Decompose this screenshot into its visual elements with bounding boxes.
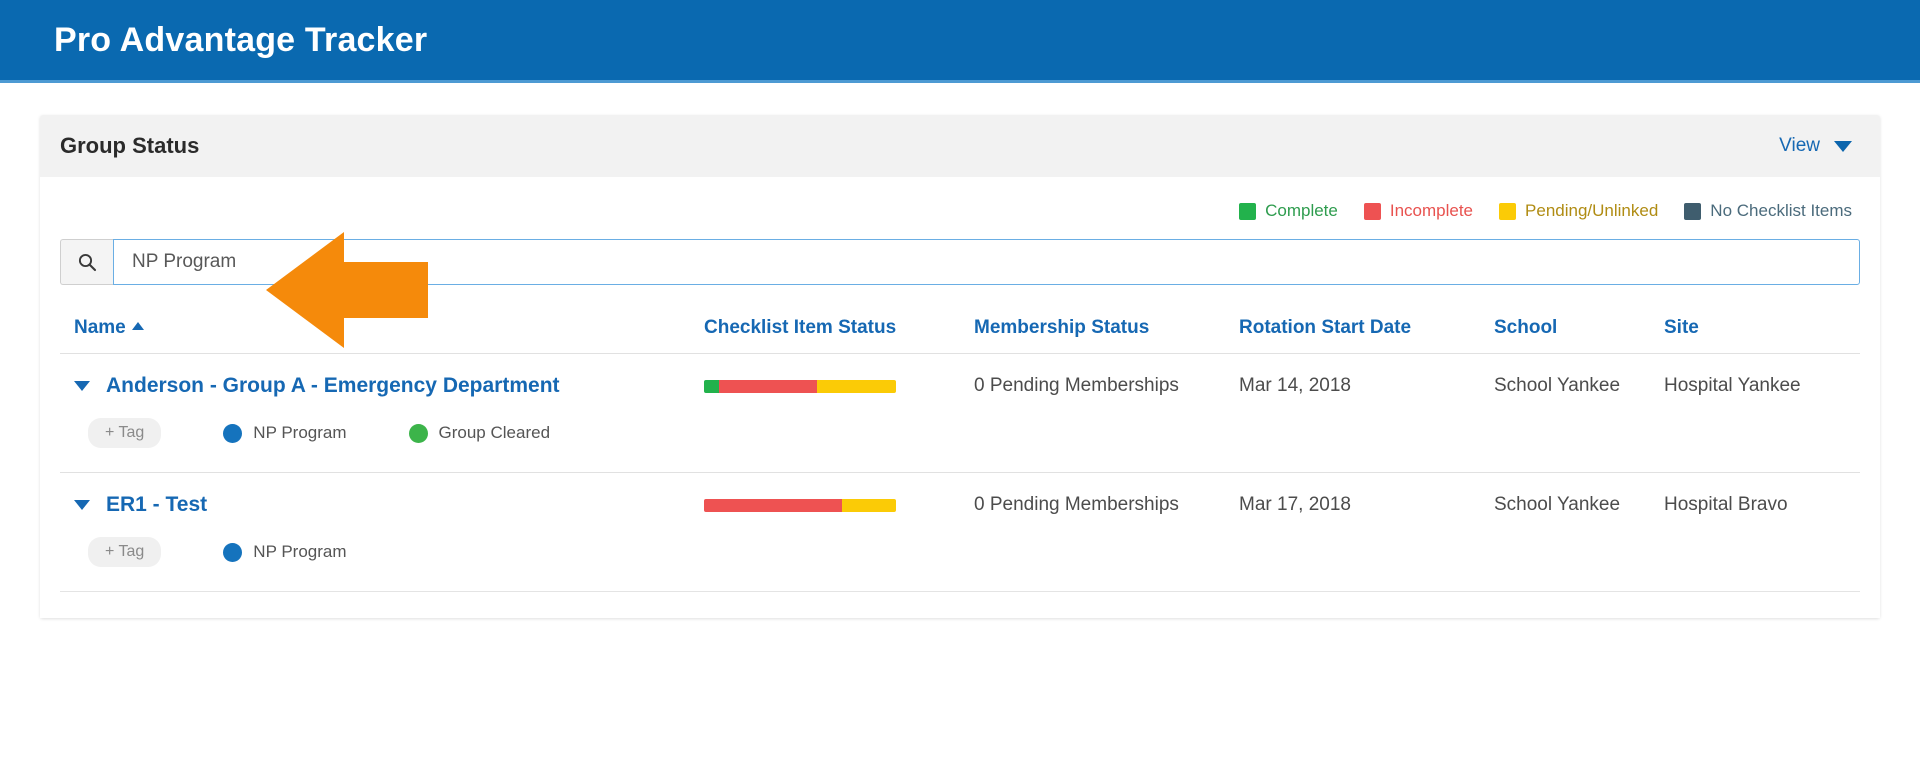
legend-label: Complete	[1265, 201, 1338, 220]
status-legend: Complete Incomplete Pending/Unlinked No …	[40, 177, 1880, 220]
cell-checklist-item-status	[704, 354, 974, 403]
cell-membership-status: 0 Pending Memberships	[974, 375, 1179, 396]
legend-swatch-pending	[1499, 202, 1517, 220]
checklist-status-bar	[704, 379, 896, 393]
chevron-down-icon	[1834, 140, 1852, 152]
column-header-school[interactable]: School	[1494, 307, 1664, 354]
cell-name: Anderson - Group A - Emergency Departmen…	[60, 354, 704, 403]
cell-site: Hospital Bravo	[1664, 494, 1788, 515]
cell-school: School Yankee	[1494, 375, 1621, 396]
legend-swatch-incomplete	[1363, 202, 1381, 220]
cell-site: Hospital Yankee	[1664, 375, 1801, 396]
legend-label: Incomplete	[1389, 201, 1474, 220]
legend-item: Pending/Unlinked	[1499, 201, 1658, 221]
chevron-down-icon[interactable]	[74, 500, 90, 510]
tag-dot-icon	[223, 423, 243, 443]
search-icon[interactable]	[60, 239, 113, 285]
legend-swatch-no-items	[1684, 202, 1702, 220]
cell-rotation-start-date: Mar 14, 2018	[1239, 375, 1351, 396]
legend-label: Pending/Unlinked	[1525, 201, 1659, 220]
cell-tags: + Tag NP Program	[60, 521, 1860, 592]
table-row-tags: + Tag NP Program Group Cleared	[60, 402, 1860, 473]
search-bar	[60, 239, 1860, 285]
app-header-bar: Pro Advantage Tracker	[0, 0, 1920, 80]
cell-tags: + Tag NP Program Group Cleared	[60, 402, 1860, 473]
table-header-row: Name Checklist Item Status Membership St…	[60, 307, 1860, 354]
cell-school: School Yankee	[1494, 494, 1621, 515]
app-title: Pro Advantage Tracker	[54, 21, 428, 59]
tag-label: NP Program	[253, 542, 347, 561]
chevron-down-icon[interactable]	[74, 381, 90, 391]
cell-checklist-item-status	[704, 473, 974, 522]
tag-label: Group Cleared	[438, 423, 551, 442]
column-header-site[interactable]: Site	[1664, 307, 1860, 354]
sort-ascending-icon	[131, 322, 144, 330]
column-header-name-label: Name	[74, 317, 126, 338]
table-row: ER1 - Test 0 Pending Memberships Mar 17,…	[60, 473, 1860, 522]
add-tag-button[interactable]: + Tag	[88, 418, 162, 448]
legend-item: No Checklist Items	[1684, 201, 1852, 221]
table-header: Name Checklist Item Status Membership St…	[60, 307, 1860, 354]
status-segment-pending	[842, 498, 896, 512]
group-status-card: Group Status View Complete Incomplete Pe…	[40, 115, 1880, 618]
tag-chip[interactable]: NP Program	[223, 542, 347, 562]
card-header: Group Status View	[40, 115, 1880, 177]
tag-dot-icon	[408, 423, 428, 443]
tag-chip[interactable]: NP Program	[223, 423, 347, 443]
table-row-tags: + Tag NP Program	[60, 521, 1860, 592]
app-header-underline	[0, 80, 1920, 83]
legend-item: Complete	[1239, 201, 1338, 221]
card-footer-spacer	[40, 592, 1880, 618]
status-segment-incomplete	[719, 379, 818, 393]
group-status-table: Name Checklist Item Status Membership St…	[60, 307, 1860, 592]
status-segment-pending	[817, 379, 896, 393]
card-title: Group Status	[60, 133, 200, 158]
legend-swatch-complete	[1239, 202, 1257, 220]
group-name-link[interactable]: ER1 - Test	[106, 493, 207, 517]
cell-name: ER1 - Test	[60, 473, 704, 522]
status-segment-incomplete	[704, 498, 843, 512]
tag-dot-icon	[223, 542, 243, 562]
legend-label: No Checklist Items	[1710, 201, 1852, 220]
group-name-link[interactable]: Anderson - Group A - Emergency Departmen…	[106, 374, 560, 398]
cell-membership-status: 0 Pending Memberships	[974, 494, 1179, 515]
checklist-status-bar	[704, 498, 896, 512]
table-body: Anderson - Group A - Emergency Departmen…	[60, 354, 1860, 592]
column-header-membership-status[interactable]: Membership Status	[974, 307, 1239, 354]
tag-label: NP Program	[253, 423, 347, 442]
column-header-name[interactable]: Name	[60, 307, 704, 354]
column-header-rotation-start-date[interactable]: Rotation Start Date	[1239, 307, 1494, 354]
table-row: Anderson - Group A - Emergency Departmen…	[60, 354, 1860, 403]
search-input[interactable]	[113, 239, 1860, 285]
view-dropdown-label: View	[1779, 135, 1820, 156]
legend-item: Incomplete	[1363, 201, 1474, 221]
column-header-checklist-item-status[interactable]: Checklist Item Status	[704, 307, 974, 354]
cell-rotation-start-date: Mar 17, 2018	[1239, 494, 1351, 515]
view-dropdown[interactable]: View	[1779, 135, 1852, 157]
status-segment-complete	[704, 379, 720, 393]
card-body: Complete Incomplete Pending/Unlinked No …	[40, 177, 1880, 618]
tag-chip[interactable]: Group Cleared	[408, 423, 551, 443]
add-tag-button[interactable]: + Tag	[88, 537, 162, 567]
